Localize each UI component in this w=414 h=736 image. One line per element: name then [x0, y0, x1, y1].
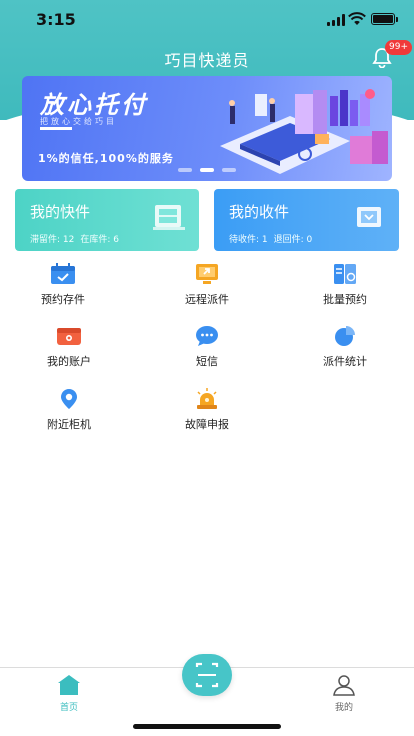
returned-count: 退回件: 0	[273, 235, 313, 245]
status-bar: 3:15	[0, 0, 414, 40]
tab-mine[interactable]: 我的	[314, 674, 374, 713]
batch-booking-icon	[334, 264, 356, 284]
parcel-box-icon	[153, 205, 185, 230]
banner-title: 放心托付	[40, 91, 148, 119]
banner-dot-active[interactable]	[200, 168, 214, 172]
home-indicator	[133, 724, 281, 729]
grid-label: 批量预约	[323, 293, 367, 306]
banner-dot[interactable]	[222, 168, 236, 172]
home-icon	[58, 675, 80, 695]
banner-pagination	[22, 168, 392, 172]
grid-label: 预约存件	[41, 293, 85, 306]
app-screen: 3:15 巧目快递员 99+ 放心托付 把放心交给巧目 1%的信任,100%的服…	[0, 0, 414, 736]
banner-dot[interactable]	[178, 168, 192, 172]
sms-bubble-icon	[196, 326, 218, 346]
app-title: 巧目快递员	[164, 51, 250, 70]
my-shipments-card[interactable]: 我的快件 滞留件: 12 在库件: 6	[15, 189, 199, 251]
my-receipts-title: 我的收件	[229, 203, 290, 221]
tab-home[interactable]: 首页	[39, 674, 99, 713]
grid-item-batch-booking[interactable]: 批量预约	[290, 263, 400, 307]
grid-label: 附近柜机	[47, 418, 91, 431]
cellular-signal-icon	[327, 14, 345, 26]
stranded-count: 滞留件: 12	[30, 235, 75, 245]
my-shipments-stats: 滞留件: 12 在库件: 6	[30, 232, 125, 245]
grid-item-book-deposit[interactable]: 预约存件	[8, 263, 118, 307]
scan-button[interactable]	[182, 654, 232, 696]
grid-item-nearby-lockers[interactable]: 附近柜机	[14, 388, 124, 432]
calendar-check-icon	[51, 263, 75, 284]
wallet-icon	[57, 328, 81, 345]
grid-item-dispatch-stats[interactable]: 派件统计	[290, 325, 400, 369]
my-receipts-stats: 待收件: 1 退回件: 0	[229, 232, 318, 245]
my-shipments-title: 我的快件	[30, 203, 91, 221]
grid-item-fault-report[interactable]: 故障申报	[152, 388, 262, 432]
banner-slogan: 1%的信任,100%的服务	[38, 152, 174, 165]
pie-chart-icon	[335, 326, 355, 346]
in-stock-count: 在库件: 6	[80, 235, 119, 245]
grid-item-my-account[interactable]: 我的账户	[14, 325, 124, 369]
grid-item-remote-dispatch[interactable]: 远程派件	[152, 263, 262, 307]
user-icon	[333, 675, 355, 696]
grid-label: 派件统计	[323, 355, 367, 368]
alarm-light-icon	[197, 388, 217, 409]
tab-home-label: 首页	[59, 703, 78, 713]
tab-mine-label: 我的	[334, 703, 353, 713]
logistics-illustration	[220, 89, 388, 174]
pending-receipt-count: 待收件: 1	[229, 235, 268, 245]
status-time: 3:15	[36, 10, 76, 29]
remote-dispatch-icon	[196, 264, 218, 284]
locker-location-icon	[61, 389, 77, 409]
promo-banner[interactable]: 放心托付 把放心交给巧目 1%的信任,100%的服务	[22, 76, 392, 181]
banner-underline	[40, 127, 72, 130]
grid-label: 远程派件	[185, 293, 229, 306]
my-receipts-card[interactable]: 我的收件 待收件: 1 退回件: 0	[214, 189, 399, 251]
notification-badge: 99+	[385, 40, 412, 55]
wifi-icon	[348, 12, 366, 25]
grid-label: 故障申报	[185, 418, 229, 431]
banner-subtitle: 把放心交给巧目	[40, 117, 117, 126]
battery-icon	[371, 13, 395, 25]
scan-icon	[195, 662, 219, 688]
grid-label: 短信	[196, 355, 218, 368]
grid-label: 我的账户	[47, 355, 91, 368]
grid-item-sms[interactable]: 短信	[152, 325, 262, 369]
receive-box-icon	[357, 207, 381, 227]
battery-tip	[396, 17, 398, 22]
